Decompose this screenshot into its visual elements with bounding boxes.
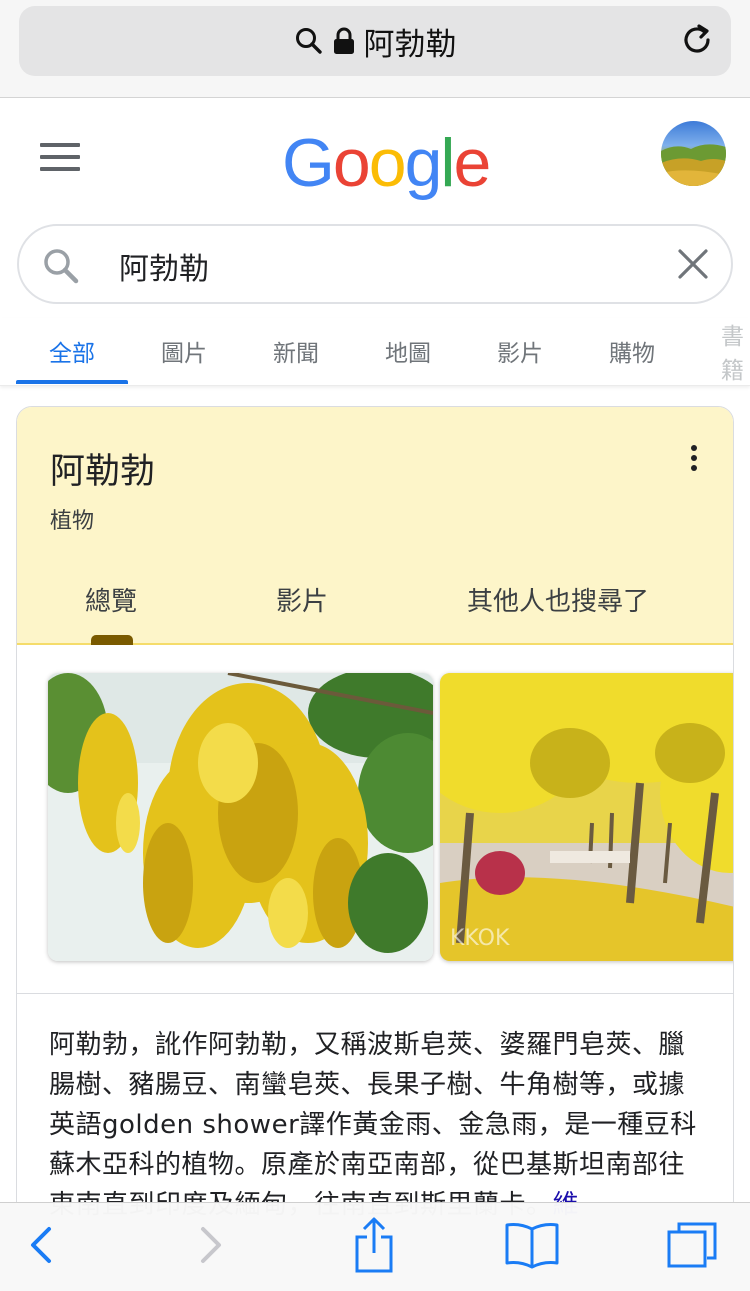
reload-icon[interactable] (677, 20, 717, 60)
browser-address-area: 阿勃勒 (0, 0, 750, 98)
search-box[interactable]: 阿勃勒 (17, 224, 733, 304)
page: 阿勃勒 Google 阿勃勒 全部 圖片 新聞 地圖 影片 購物 書籍 阿勒勃 … (0, 0, 750, 1291)
description-body: 阿勒勃，訛作阿勃勒，又稱波斯皂莢、婆羅門皂莢、臘腸樹、豬腸豆、南蠻皂莢、長果子樹… (49, 1030, 697, 1220)
tab-news[interactable]: 新聞 (240, 318, 352, 384)
logo-letter: G (282, 125, 335, 201)
browser-toolbar (0, 1202, 750, 1291)
avatar[interactable] (661, 121, 726, 186)
lock-icon (333, 27, 354, 54)
tab-images[interactable]: 圖片 (128, 318, 240, 384)
share-icon[interactable] (344, 1215, 404, 1275)
logo-letter: o (368, 125, 407, 201)
back-icon[interactable] (12, 1215, 72, 1275)
menu-icon[interactable] (40, 143, 80, 171)
knowledge-panel: 阿勒勃 植物 總覽 影片 其他人也搜尋了 KKOK 阿勒勃，訛作阿勃勒，又稱波斯… (16, 406, 734, 1291)
tab-books[interactable]: 書籍 (688, 318, 750, 384)
search-tabs: 全部 圖片 新聞 地圖 影片 購物 書籍 (0, 318, 750, 386)
address-center: 阿勃勒 (19, 6, 731, 76)
description-text: 阿勒勃，訛作阿勃勒，又稱波斯皂莢、婆羅門皂莢、臘腸樹、豬腸豆、南蠻皂莢、長果子樹… (49, 1025, 709, 1225)
logo-letter: e (453, 125, 492, 201)
search-icon[interactable] (41, 246, 81, 286)
tab-all[interactable]: 全部 (16, 318, 128, 384)
forward-icon[interactable] (180, 1215, 240, 1275)
logo-letter: o (332, 125, 371, 201)
tab-videos[interactable]: 影片 (464, 318, 576, 384)
knowledge-panel-header: 阿勒勃 植物 總覽 影片 其他人也搜尋了 (17, 407, 733, 645)
address-text: 阿勃勒 (363, 26, 457, 63)
knowledge-panel-title: 阿勒勃 (50, 452, 156, 492)
active-tab-indicator (16, 380, 128, 384)
card-tab-overview[interactable]: 總覽 (85, 581, 137, 618)
card-tab-videos[interactable]: 影片 (276, 581, 328, 618)
tab-maps[interactable]: 地圖 (352, 318, 464, 384)
logo-letter: g (404, 125, 443, 201)
card-tab-indicator (91, 635, 133, 645)
more-options-icon[interactable] (691, 445, 701, 475)
flower-image-avenue[interactable]: KKOK (440, 673, 733, 961)
close-icon[interactable] (675, 246, 711, 282)
section-divider (17, 993, 733, 994)
knowledge-panel-subtitle: 植物 (50, 509, 95, 534)
image-watermark: KKOK (450, 926, 510, 951)
bookmarks-icon[interactable] (502, 1215, 562, 1275)
google-logo[interactable]: Google (282, 124, 492, 201)
logo-letter: l (440, 125, 455, 201)
search-input[interactable]: 阿勃勒 (119, 244, 209, 288)
search-icon (295, 28, 322, 54)
address-bar[interactable]: 阿勃勒 (19, 6, 731, 76)
avatar-photo (661, 144, 726, 186)
tabs-icon[interactable] (662, 1215, 722, 1275)
card-tab-related-searches[interactable]: 其他人也搜尋了 (467, 581, 649, 618)
tab-shopping[interactable]: 購物 (576, 318, 688, 384)
flower-image-closeup[interactable] (48, 673, 433, 961)
